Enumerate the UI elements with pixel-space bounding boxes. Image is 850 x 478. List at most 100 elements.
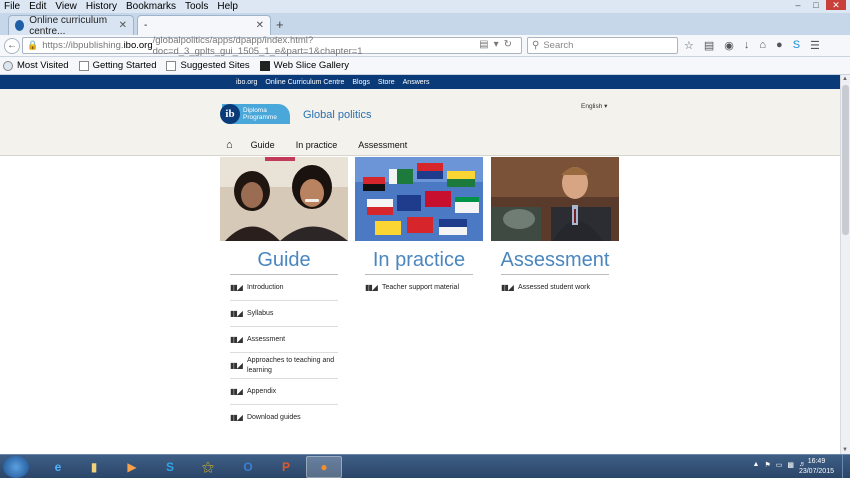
- list-item-label: Assessed student work: [517, 284, 590, 291]
- window-controls: – □ ✕: [790, 0, 846, 10]
- menu-view[interactable]: View: [55, 1, 77, 12]
- nav-in-practice[interactable]: In practice: [296, 140, 338, 150]
- ie-icon[interactable]: e: [40, 456, 76, 478]
- file-explorer-icon[interactable]: ▮: [76, 456, 112, 478]
- list-item[interactable]: ▮▮◢ Assessed student work: [501, 275, 609, 301]
- page-icon: [78, 60, 89, 71]
- navigation-bar: ← 🔒 https://ibpublishing. ibo.org/globalp…: [0, 35, 850, 57]
- bookmark-label: Suggested Sites: [180, 60, 250, 71]
- column-heading[interactable]: Assessment: [491, 249, 619, 273]
- url-bar[interactable]: 🔒 https://ibpublishing. ibo.org/globalpol…: [22, 35, 522, 57]
- menu-bar: File Edit View History Bookmarks Tools H…: [0, 0, 850, 13]
- scroll-up-icon[interactable]: ▲: [842, 76, 848, 82]
- firefox-icon[interactable]: ●: [306, 456, 342, 478]
- column-assessment: Assessment ▮▮◢ Assessed student work: [491, 157, 619, 301]
- list-item-label: Assessment: [246, 335, 286, 343]
- scroll-down-icon[interactable]: ▼: [842, 447, 848, 453]
- nav-assessment[interactable]: Assessment: [358, 140, 407, 150]
- site-title[interactable]: Global politics: [303, 109, 371, 121]
- ib-logo[interactable]: ib Diploma Programme: [220, 104, 290, 124]
- top-link-ibo[interactable]: ibo.org: [236, 79, 257, 86]
- bookmark-suggested-sites[interactable]: Suggested Sites: [166, 60, 250, 71]
- list-item[interactable]: ▮▮◢ Approaches to teaching and learning: [230, 353, 338, 379]
- chat-icon[interactable]: ●: [776, 39, 783, 52]
- tab-title: Online curriculum centre...: [29, 14, 108, 37]
- bookmark-most-visited[interactable]: Most Visited: [3, 60, 69, 71]
- tab-active[interactable]: - ✕: [137, 15, 271, 35]
- pin-icon[interactable]: ⚝: [190, 456, 226, 478]
- list-item[interactable]: ▮▮◢ Assessment: [230, 327, 338, 353]
- search-input[interactable]: ⚲ Search: [527, 37, 678, 54]
- tab-close-icon[interactable]: ✕: [119, 20, 127, 31]
- menu-edit[interactable]: Edit: [29, 1, 46, 12]
- home-icon[interactable]: ⌂: [759, 39, 766, 52]
- top-link-blogs[interactable]: Blogs: [352, 79, 370, 86]
- page-scrollbar[interactable]: ▲ ▼: [840, 75, 850, 454]
- list-item-label: Teacher support material: [381, 284, 460, 291]
- ib-top-strip: ibo.org Online Curriculum Centre Blogs S…: [0, 75, 840, 89]
- powerpoint-icon[interactable]: P: [268, 456, 304, 478]
- top-link-occ[interactable]: Online Curriculum Centre: [265, 79, 344, 86]
- menu-tools[interactable]: Tools: [185, 1, 208, 12]
- tray-expand-icon[interactable]: ▲: [753, 461, 760, 469]
- column-heading[interactable]: Guide: [220, 249, 348, 273]
- home-icon[interactable]: ⌂: [226, 139, 233, 151]
- maximize-button[interactable]: □: [808, 0, 824, 10]
- bookmark-web-slice-gallery[interactable]: Web Slice Gallery: [259, 60, 349, 71]
- bookmark-label: Most Visited: [17, 60, 69, 71]
- column-heading[interactable]: In practice: [355, 249, 483, 273]
- show-desktop-button[interactable]: [842, 455, 850, 478]
- list-item-label: Download guides: [246, 414, 301, 421]
- list-item-label: Syllabus: [246, 309, 274, 317]
- close-window-button[interactable]: ✕: [826, 0, 846, 10]
- list-item[interactable]: ▮▮◢ Appendix: [230, 379, 338, 405]
- back-arrow-icon[interactable]: ←: [4, 38, 20, 54]
- minimize-button[interactable]: –: [790, 0, 806, 10]
- bookmark-star-icon[interactable]: ☆: [684, 39, 694, 52]
- list-item[interactable]: ▮▮◢ Teacher support material: [365, 275, 473, 301]
- lock-icon: 🔒: [27, 40, 39, 50]
- menu-bookmarks[interactable]: Bookmarks: [126, 1, 176, 12]
- language-selector[interactable]: English ▾: [581, 102, 607, 110]
- top-link-answers[interactable]: Answers: [403, 79, 430, 86]
- main-nav: ⌂ Guide In practice Assessment: [226, 139, 428, 151]
- scroll-thumb[interactable]: [842, 85, 849, 235]
- logo-line2: Programme: [243, 114, 277, 121]
- outlook-icon[interactable]: O: [230, 456, 266, 478]
- menu-file[interactable]: File: [4, 1, 20, 12]
- menu-history[interactable]: History: [86, 1, 117, 12]
- skype-icon[interactable]: S: [793, 39, 800, 52]
- url-prefix: https://ibpublishing.: [42, 40, 124, 51]
- bookmarks-bar: Most Visited Getting Started Suggested S…: [0, 57, 850, 75]
- pocket-icon[interactable]: ◉: [724, 39, 734, 52]
- new-tab-icon[interactable]: +: [276, 17, 284, 32]
- column-guide: Guide ▮▮◢ Introduction ▮▮◢ Syllabus ▮▮◢ Ass…: [220, 157, 348, 431]
- list-item[interactable]: ▮▮◢ Download guides: [230, 405, 338, 431]
- books-icon: ▮▮◢: [230, 334, 243, 344]
- nav-guide[interactable]: Guide: [251, 140, 275, 150]
- list-item[interactable]: ▮▮◢ Introduction: [230, 275, 338, 301]
- download-icon[interactable]: ↓: [744, 39, 750, 52]
- page-viewport: ibo.org Online Curriculum Centre Blogs S…: [0, 75, 840, 454]
- tab-close-icon[interactable]: ✕: [256, 20, 264, 31]
- flag-icon[interactable]: ⚑: [764, 461, 770, 469]
- list-item-label: Introduction: [246, 283, 284, 291]
- start-button[interactable]: [3, 456, 29, 478]
- monitor-icon[interactable]: ▭: [776, 461, 783, 469]
- top-link-store[interactable]: Store: [378, 79, 395, 86]
- menu-hamburger-icon[interactable]: ☰: [810, 39, 820, 52]
- signal-icon[interactable]: ▩: [787, 461, 794, 469]
- bookmark-getting-started[interactable]: Getting Started: [78, 60, 156, 71]
- tab-online-curriculum[interactable]: Online curriculum centre... ✕: [8, 14, 134, 37]
- search-placeholder: Search: [543, 40, 574, 51]
- books-icon: ▮▮◢: [230, 386, 243, 396]
- menu-help[interactable]: Help: [217, 1, 238, 12]
- clock[interactable]: 16:49 23/07/2015: [799, 457, 834, 477]
- column-in-practice: In practice ▮▮◢ Teacher support material: [355, 157, 483, 301]
- reload-icon[interactable]: ▤▾↻: [479, 39, 517, 50]
- skype-taskbar-icon[interactable]: S: [152, 456, 188, 478]
- list-item[interactable]: ▮▮◢ Syllabus: [230, 301, 338, 327]
- media-player-icon[interactable]: ▶: [114, 456, 150, 478]
- clock-time: 16:49: [807, 458, 826, 465]
- reading-list-icon[interactable]: ▤: [704, 39, 714, 52]
